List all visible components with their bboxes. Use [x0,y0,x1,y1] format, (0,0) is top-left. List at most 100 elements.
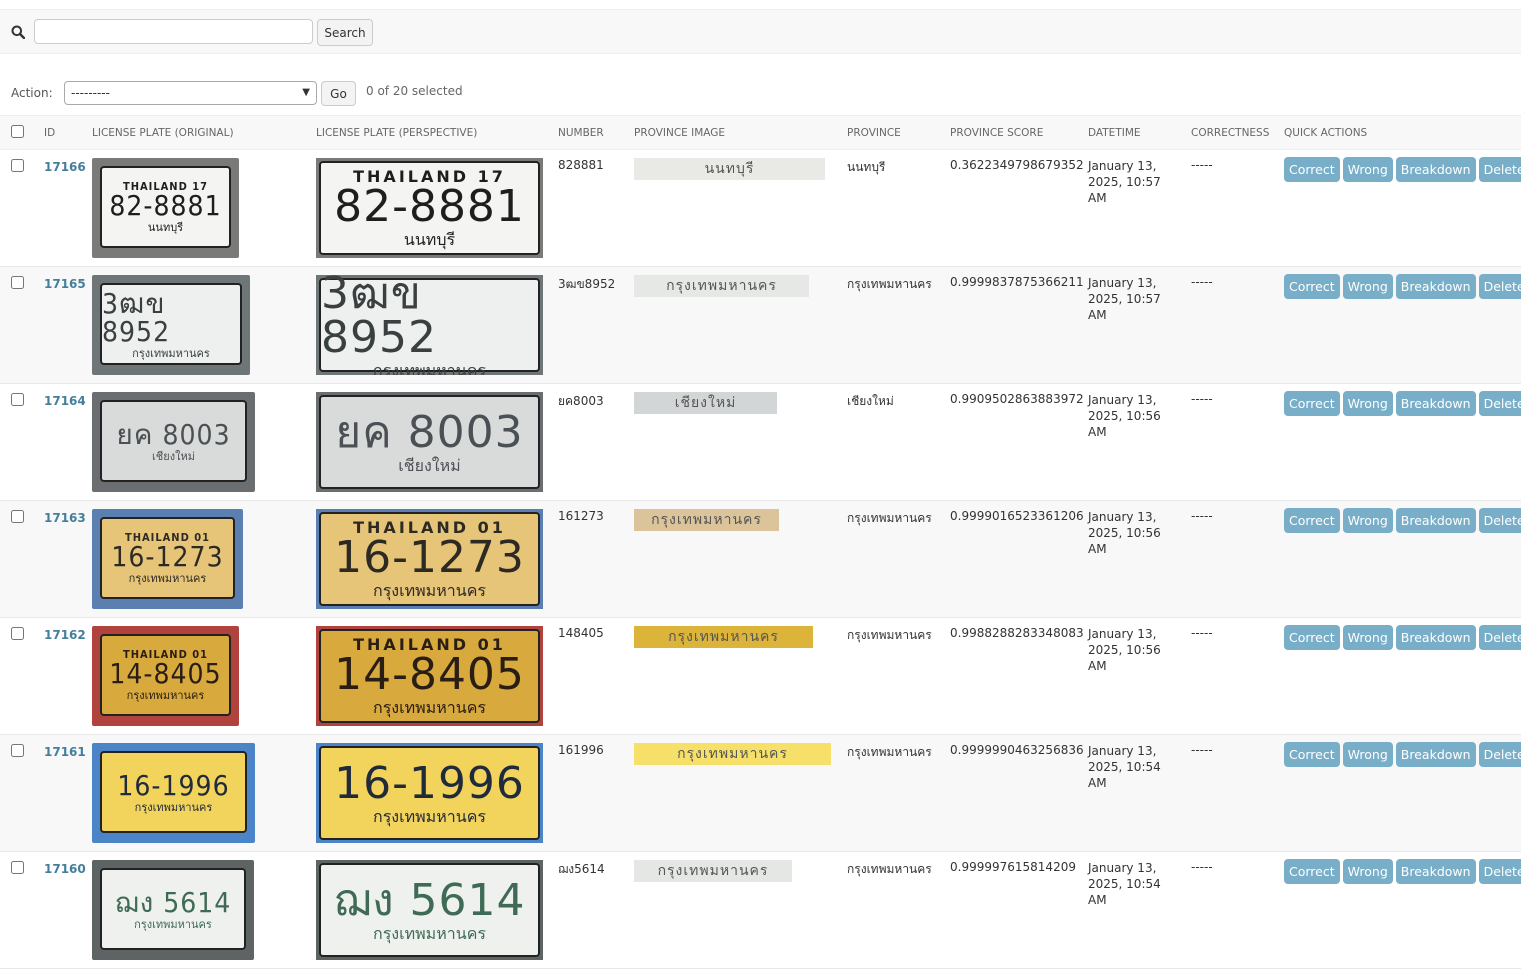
plate-original-cell: THAILAND 01 14-8405 กรุงเทพมหานคร [90,617,314,735]
breakdown-button[interactable]: Breakdown [1395,157,1476,182]
province-image-cell: กรุงเทพมหานคร [632,734,845,852]
row-id-link[interactable]: 17165 [44,277,86,291]
column-header-id[interactable]: ID [32,115,90,150]
plate-original-image: 16-1996 กรุงเทพมหานคร [92,743,255,843]
column-header-datetime[interactable]: DATETIME [1086,115,1189,150]
row-select-cell [0,383,32,501]
select-all-checkbox[interactable] [11,125,24,138]
plate-original-image: THAILAND 01 14-8405 กรุงเทพมหานคร [92,626,239,726]
row-select-cell [0,617,32,735]
action-select[interactable]: --------- ▼ [64,81,317,105]
column-header-province-score[interactable]: PROVINCE SCORE [948,115,1086,150]
province-score-cell: 0.9999016523361206 [948,500,1086,618]
delete-button[interactable]: Delete [1478,625,1521,650]
column-header-number[interactable]: NUMBER [556,115,632,150]
correct-button[interactable]: Correct [1284,859,1340,884]
datetime-cell: January 13, 2025, 10:56 AM [1086,500,1189,618]
wrong-button[interactable]: Wrong [1342,625,1393,650]
wrong-button[interactable]: Wrong [1342,508,1393,533]
correct-button[interactable]: Correct [1284,274,1340,299]
correctness-cell: ----- [1189,149,1282,267]
row-id-link[interactable]: 17162 [44,628,86,642]
row-select-cell [0,266,32,384]
delete-button[interactable]: Delete [1478,859,1521,884]
delete-button[interactable]: Delete [1478,508,1521,533]
quick-actions-cell: Correct Wrong Breakdown Delete [1282,617,1521,735]
datetime-cell: January 13, 2025, 10:54 AM [1086,851,1189,969]
row-id-link[interactable]: 17164 [44,394,86,408]
column-header-province[interactable]: PROVINCE [845,115,948,150]
action-label: Action: [11,86,53,100]
breakdown-button[interactable]: Breakdown [1395,742,1476,767]
row-checkbox[interactable] [11,276,24,289]
breakdown-button[interactable]: Breakdown [1395,508,1476,533]
delete-button[interactable]: Delete [1478,157,1521,182]
province-score-cell: 0.9999837875366211 [948,266,1086,384]
search-button[interactable]: Search [317,19,373,46]
correct-button[interactable]: Correct [1284,742,1340,767]
column-header-plate-perspective[interactable]: LICENSE PLATE (PERSPECTIVE) [314,115,556,150]
plate-number-text: 3ฒข 8952 [321,275,437,363]
breakdown-button[interactable]: Breakdown [1395,859,1476,884]
number-cell: 3ฒข8952 [556,266,632,384]
datetime-cell: January 13, 2025, 10:57 AM [1086,149,1189,267]
wrong-button[interactable]: Wrong [1342,157,1393,182]
plate-number-text: ยค 8003 [116,417,231,451]
province-cell: นนทบุรี [845,149,948,267]
plate-perspective-image: THAILAND 17 82-8881 นนทบุรี [316,158,543,258]
row-select-cell [0,149,32,267]
search-input[interactable] [34,19,313,44]
row-checkbox[interactable] [11,393,24,406]
column-header-plate-original[interactable]: LICENSE PLATE (ORIGINAL) [90,115,314,150]
datetime-line: 2025, 10:57 [1088,292,1161,306]
plate-province-text: กรุงเทพมหานคร [373,923,486,943]
row-id-link[interactable]: 17161 [44,745,86,759]
correctness-cell: ----- [1189,266,1282,384]
province-score-cell: 0.9988288283348083 [948,617,1086,735]
wrong-button[interactable]: Wrong [1342,742,1393,767]
row-id-link[interactable]: 17163 [44,511,86,525]
wrong-button[interactable]: Wrong [1342,274,1393,299]
table-row: 17163 THAILAND 01 16-1273 กรุงเทพมหานคร … [0,500,1521,618]
breakdown-button[interactable]: Breakdown [1395,625,1476,650]
go-button[interactable]: Go [321,81,356,106]
quick-actions: Correct Wrong Breakdown Delete [1284,391,1521,416]
datetime-line: AM [1088,425,1107,439]
row-id-link[interactable]: 17166 [44,160,86,174]
row-checkbox[interactable] [11,861,24,874]
quick-actions-cell: Correct Wrong Breakdown Delete [1282,851,1521,969]
correct-button[interactable]: Correct [1284,508,1340,533]
plate-original-cell: 16-1996 กรุงเทพมหานคร [90,734,314,852]
delete-button[interactable]: Delete [1478,274,1521,299]
correct-button[interactable]: Correct [1284,157,1340,182]
wrong-button[interactable]: Wrong [1342,859,1393,884]
action-bar: Action: --------- ▼ Go 0 of 20 selected [0,80,1521,108]
breakdown-button[interactable]: Breakdown [1395,274,1476,299]
row-checkbox[interactable] [11,744,24,757]
datetime-line: January 13, [1088,510,1157,524]
row-checkbox[interactable] [11,510,24,523]
datetime-line: AM [1088,542,1107,556]
column-header-correctness[interactable]: CORRECTNESS [1189,115,1282,150]
plate-number-text: ยค 8003 [335,406,524,458]
row-id-link[interactable]: 17160 [44,862,86,876]
delete-button[interactable]: Delete [1478,742,1521,767]
province-image-cell: กรุงเทพมหานคร [632,500,845,618]
row-checkbox[interactable] [11,159,24,172]
province-image: นนทบุรี [634,158,825,180]
quick-actions: Correct Wrong Breakdown Delete [1284,274,1521,299]
correct-button[interactable]: Correct [1284,391,1340,416]
datetime-line: 2025, 10:57 [1088,175,1161,189]
row-checkbox[interactable] [11,627,24,640]
plate-province-text: เชียงใหม่ [398,455,461,475]
number-cell: 161996 [556,734,632,852]
column-header-province-image[interactable]: PROVINCE IMAGE [632,115,845,150]
correct-button[interactable]: Correct [1284,625,1340,650]
datetime-line: January 13, [1088,861,1157,875]
datetime-cell: January 13, 2025, 10:56 AM [1086,617,1189,735]
delete-button[interactable]: Delete [1478,391,1521,416]
plate-perspective-cell: THAILAND 01 14-8405 กรุงเทพมหานคร [314,617,556,735]
wrong-button[interactable]: Wrong [1342,391,1393,416]
breakdown-button[interactable]: Breakdown [1395,391,1476,416]
plate-province-text: กรุงเทพมหานคร [134,917,212,931]
